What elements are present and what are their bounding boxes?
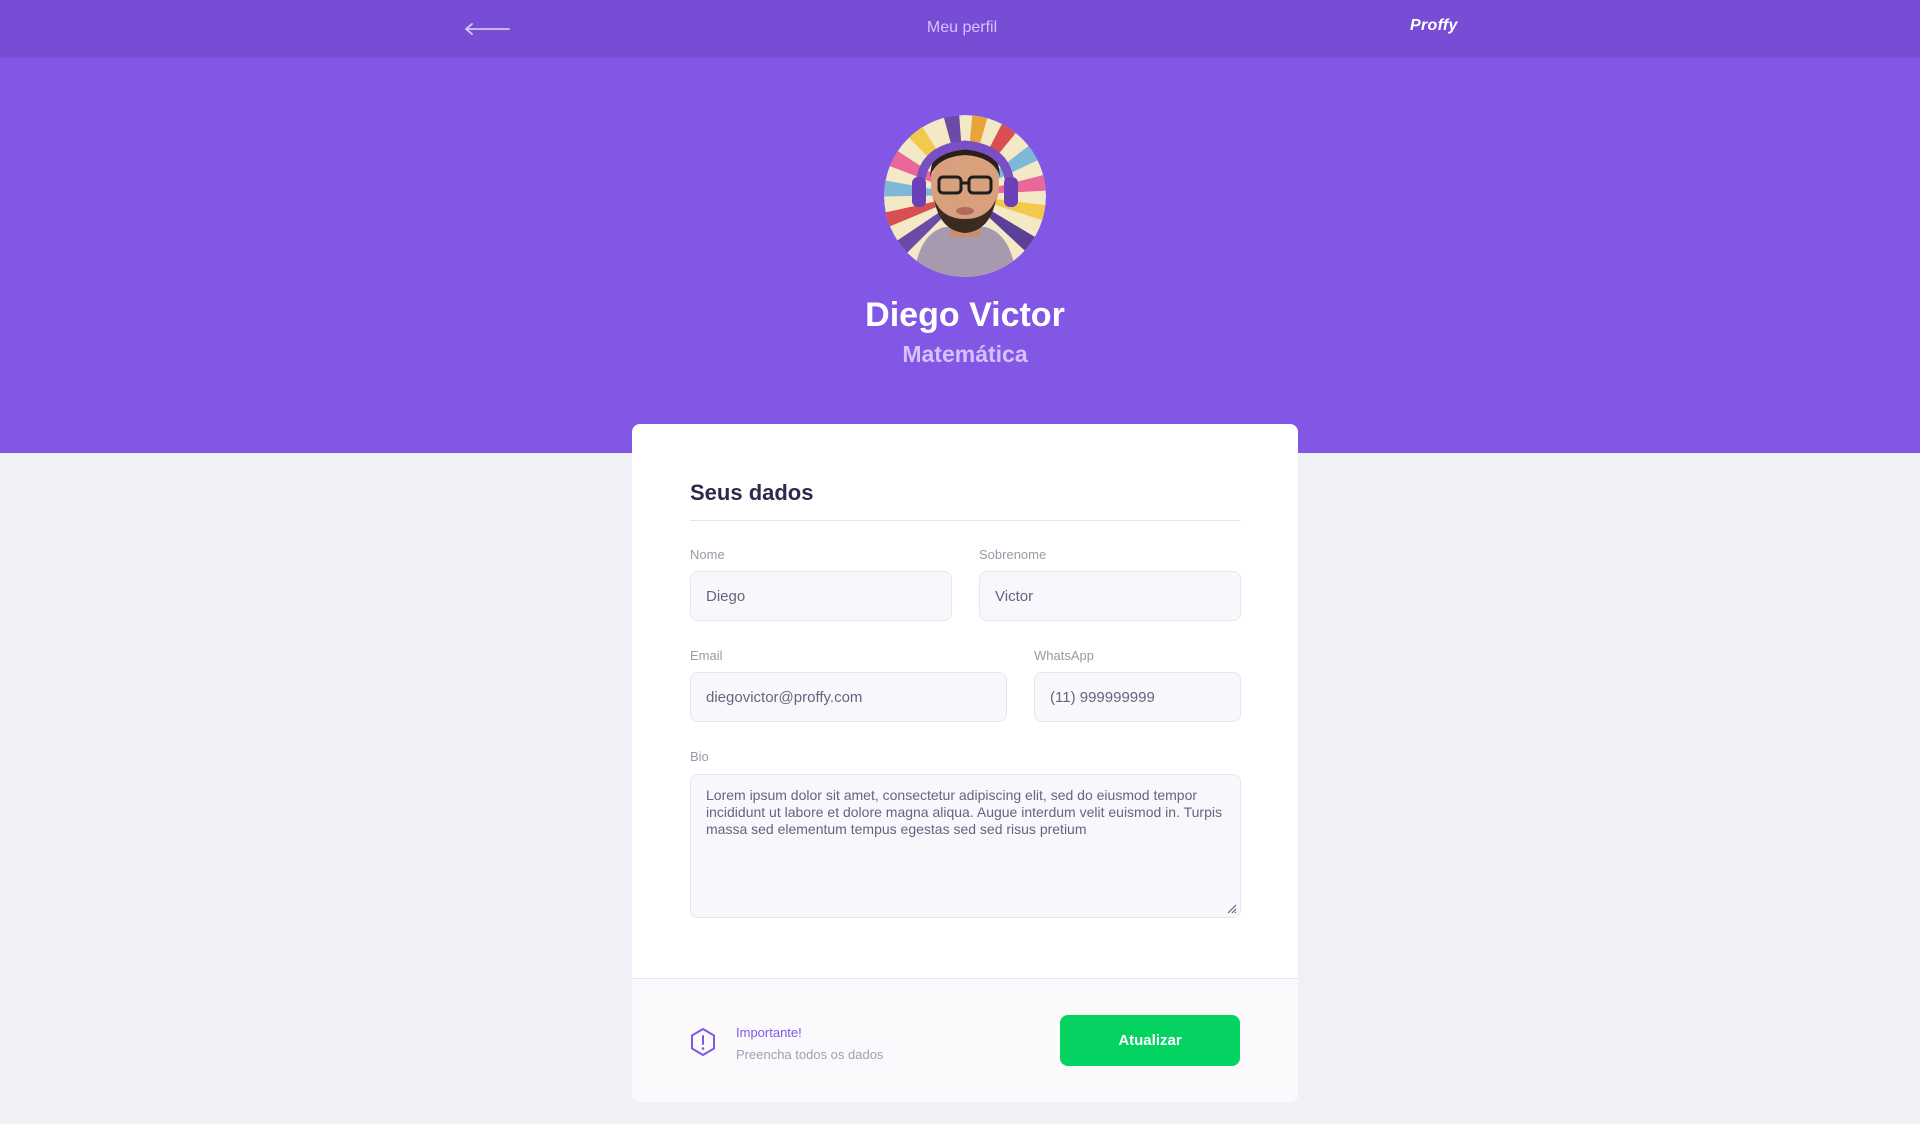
warning-text: Preencha todos os dados — [736, 1047, 884, 1062]
top-bar: Meu perfil Proffy — [0, 0, 1920, 58]
logo: Proffy — [1410, 17, 1458, 34]
avatar — [884, 115, 1046, 277]
form-footer: Importante! Preencha todos os dados Atua… — [632, 978, 1298, 1102]
profile-subject: Matemática — [902, 341, 1028, 367]
warning-icon — [691, 1028, 715, 1056]
bio-textarea[interactable]: Lorem ipsum dolor sit amet, consectetur … — [690, 774, 1241, 918]
resize-handle-icon[interactable] — [1225, 902, 1237, 914]
first-name-label: Nome — [690, 547, 725, 562]
bio-text: Lorem ipsum dolor sit amet, consectetur … — [706, 787, 1222, 837]
update-button[interactable]: Atualizar — [1060, 1015, 1240, 1066]
form-divider — [690, 520, 1241, 521]
first-name-input[interactable]: Diego — [690, 571, 952, 621]
email-input[interactable]: diegovictor@proffy.com — [690, 672, 1007, 722]
bio-label: Bio — [690, 749, 709, 764]
email-label: Email — [690, 648, 723, 663]
last-name-input[interactable]: Victor — [979, 571, 1241, 621]
profile-name: Diego Victor — [865, 296, 1065, 334]
whatsapp-label: WhatsApp — [1034, 648, 1094, 663]
form-title: Seus dados — [690, 480, 814, 505]
warning-title: Importante! — [736, 1025, 802, 1040]
page-title: Meu perfil — [926, 19, 998, 36]
whatsapp-input[interactable]: (11) 999999999 — [1034, 672, 1241, 722]
last-name-label: Sobrenome — [979, 547, 1047, 562]
profile-form-card: Seus dados Nome Diego Sobrenome Victor E… — [632, 424, 1298, 1102]
